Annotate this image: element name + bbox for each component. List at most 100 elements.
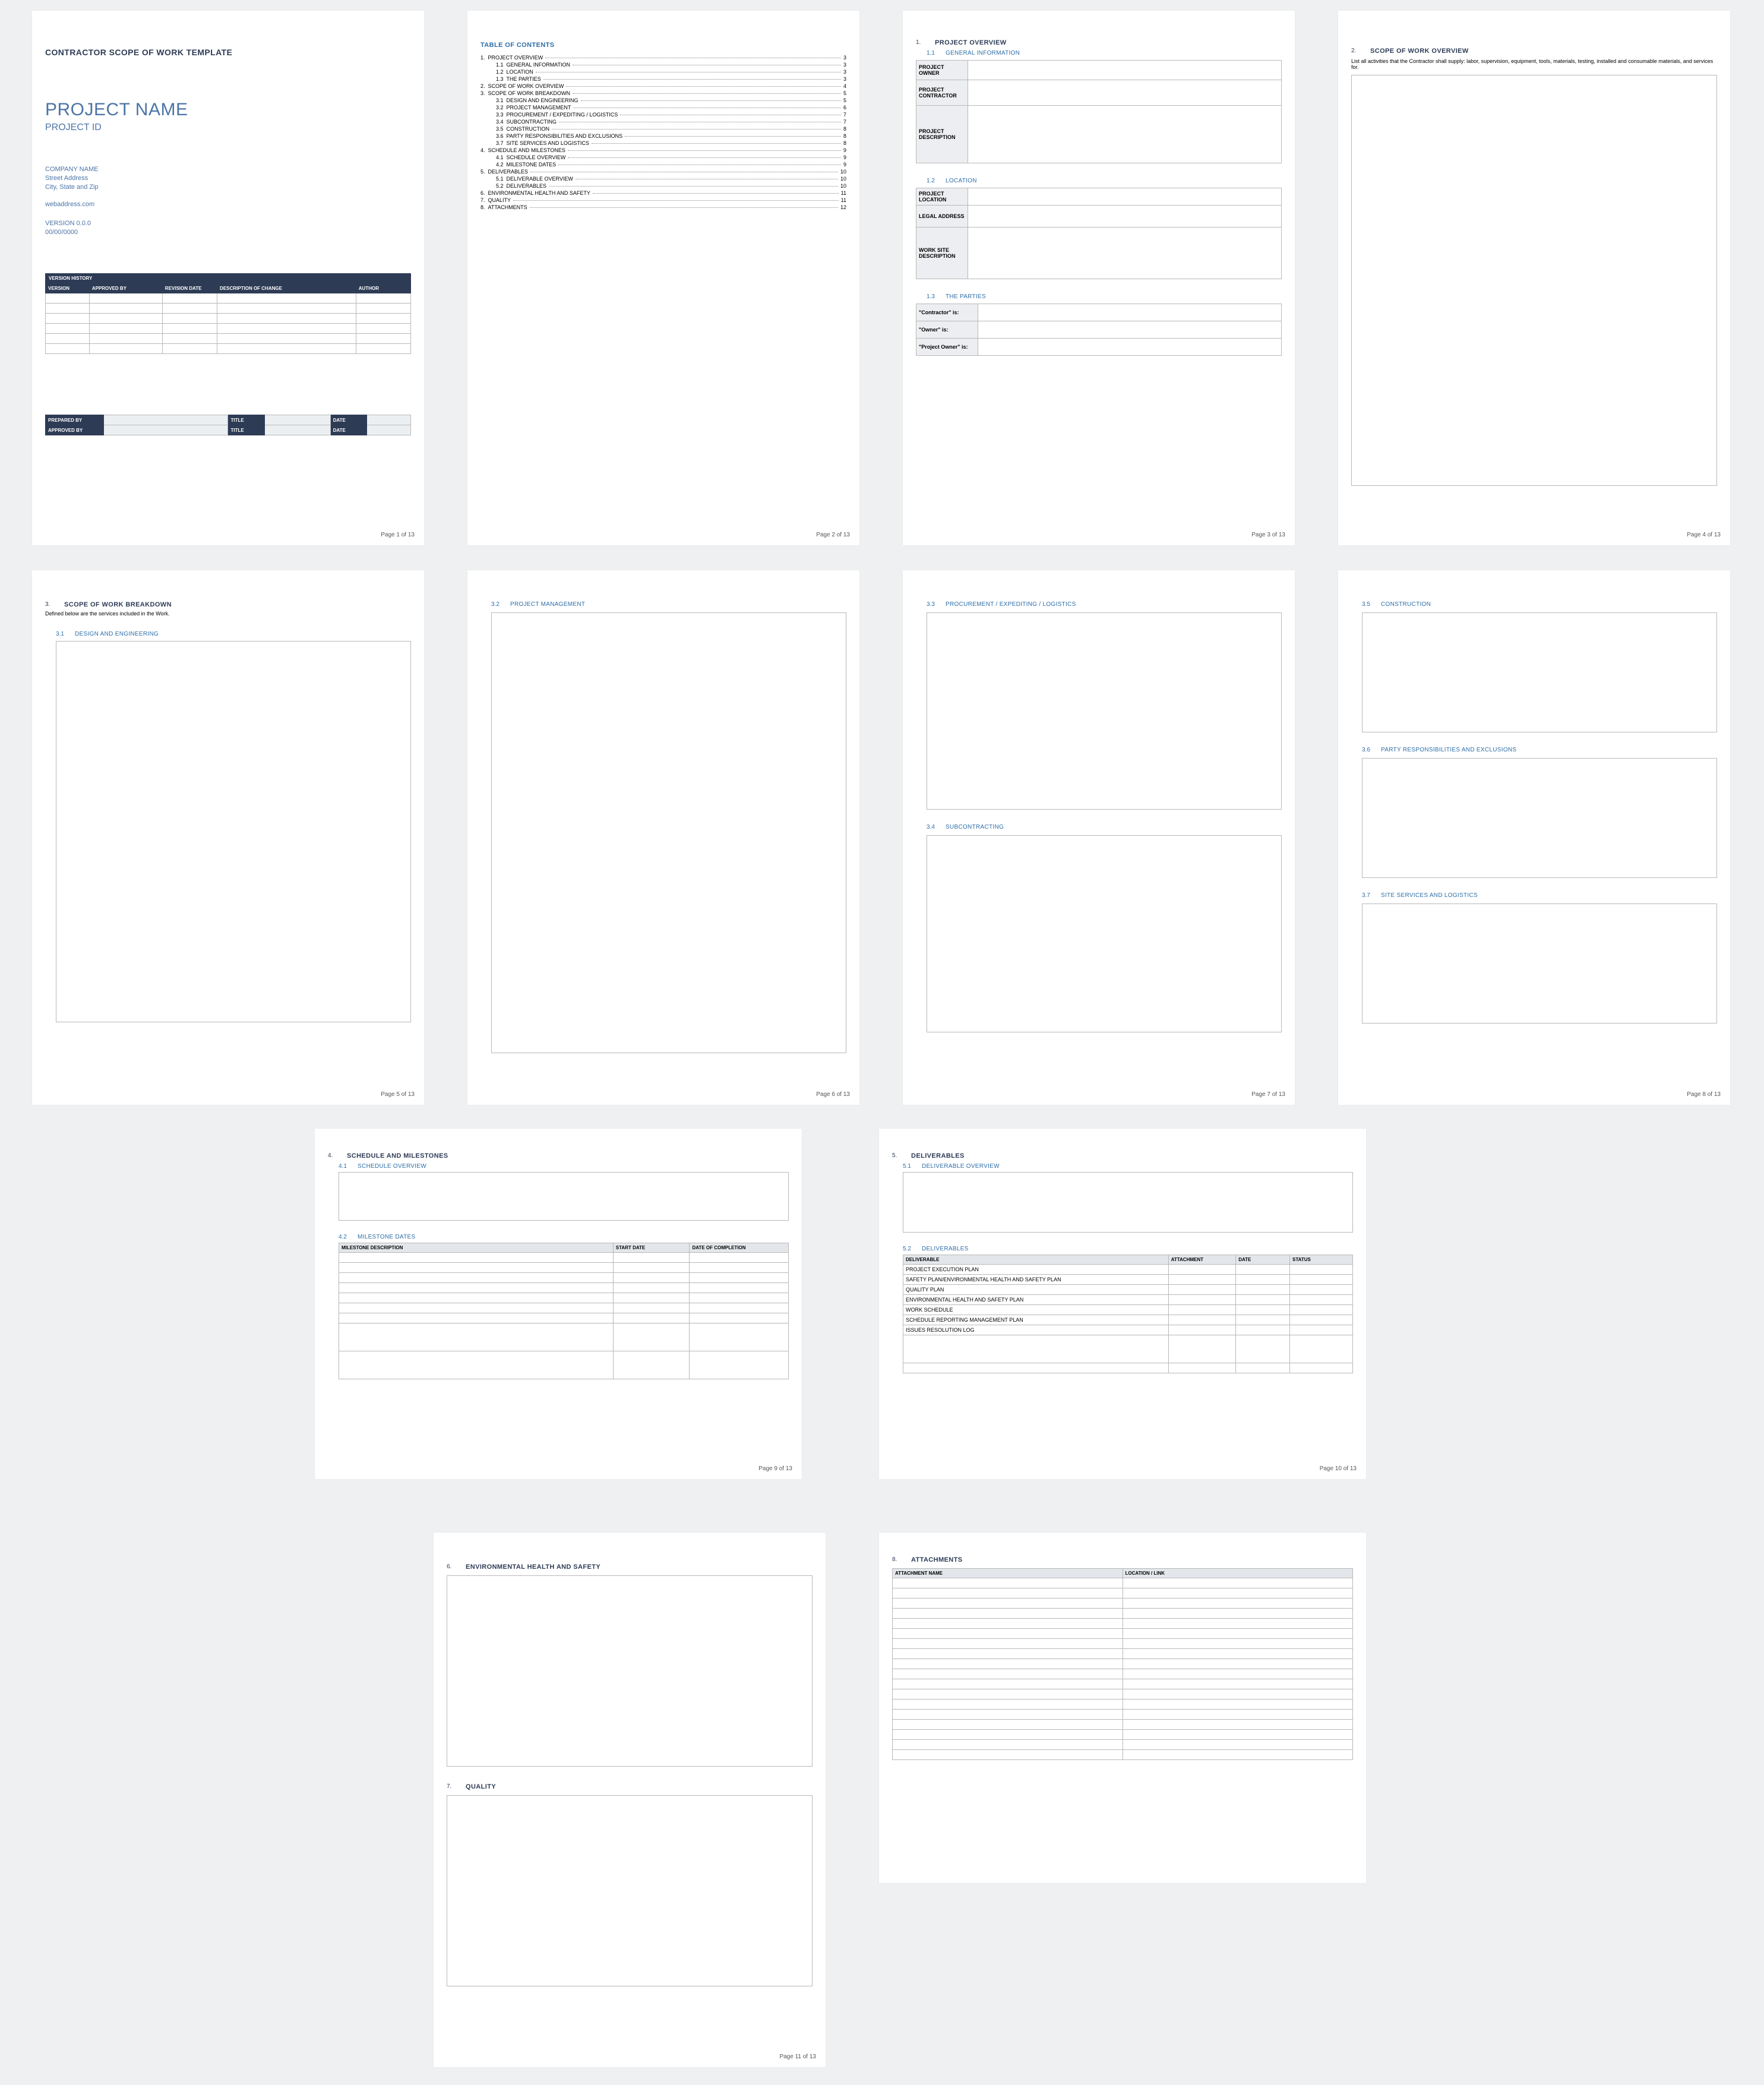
dl-row: ISSUES RESOLUTION LOG (903, 1325, 1169, 1335)
sec-num: 6. (447, 1563, 461, 1571)
sec-num: 1.1 (927, 50, 941, 56)
heading-location: LOCATION (946, 178, 977, 184)
heading-ehs: ENVIRONMENTAL HEALTH AND SAFETY (466, 1563, 600, 1571)
page-number: Page 6 of 13 (816, 1091, 850, 1098)
date: 00/00/0000 (45, 228, 411, 237)
page-10: 5. DELIVERABLES 5.1 DELIVERABLE OVERVIEW 5… (879, 1129, 1366, 1479)
att-col: LOCATION / LINK (1123, 1569, 1353, 1578)
project-name: PROJECT NAME (45, 100, 411, 120)
kv-label: "Project Owner" is: (916, 339, 978, 356)
sec-num: 1.3 (927, 293, 941, 300)
sec-num: 4.2 (339, 1234, 353, 1240)
kv-label: PROJECT LOCATION (916, 188, 968, 206)
vh-col: VERSION (46, 284, 90, 293)
dl-col: STATUS (1290, 1255, 1353, 1265)
design-eng-box (56, 641, 411, 1022)
attachments-table: ATTACHMENT NAME LOCATION / LINK (892, 1568, 1353, 1760)
heading-general-info: GENERAL INFORMATION (946, 50, 1020, 56)
page-number: Page 7 of 13 (1251, 1091, 1285, 1098)
dl-row: QUALITY PLAN (903, 1285, 1169, 1295)
sec-num: 3.3 (927, 601, 941, 608)
heading-attachments: ATTACHMENTS (911, 1556, 962, 1563)
kv-label: WORK SITE DESCRIPTION (916, 228, 968, 279)
heading-deliverables: DELIVERABLES (911, 1152, 965, 1160)
sig-label: APPROVED BY (46, 425, 104, 435)
company: COMPANY NAME (45, 165, 411, 174)
sec-num: 7. (447, 1783, 461, 1790)
deliverables-table: DELIVERABLE ATTACHMENT DATE STATUS PROJE… (903, 1255, 1353, 1373)
toc-entry: 3.4 SUBCONTRACTING7 (480, 119, 846, 125)
heading-design-eng: DESIGN AND ENGINEERING (75, 631, 159, 637)
page-5: 3.SCOPE OF WORK BREAKDOWN Defined below … (32, 570, 424, 1105)
dl-row: SAFETY PLAN/ENVIRONMENTAL HEALTH AND SAF… (903, 1275, 1169, 1285)
heading-schedule: SCHEDULE AND MILESTONES (347, 1152, 448, 1160)
page-8: 3.5CONSTRUCTION 3.6PARTY RESPONSIBILITIE… (1338, 570, 1730, 1105)
toc-title: TABLE OF CONTENTS (480, 42, 846, 49)
toc-entry: 1.3 THE PARTIES3 (480, 76, 846, 82)
breakdown-sub: Defined below are the services included … (45, 611, 411, 617)
sched-overview-box (339, 1172, 789, 1221)
kv-label: PROJECT DESCRIPTION (916, 106, 968, 163)
sec-num: 4. (328, 1152, 342, 1160)
sec-num: 5.1 (903, 1163, 917, 1170)
sig-label: TITLE (228, 425, 265, 435)
sec-num: 5.2 (903, 1246, 917, 1252)
dl-col: ATTACHMENT (1168, 1255, 1236, 1265)
toc-entry: 1. PROJECT OVERVIEW3 (480, 55, 846, 61)
toc-entry: 7. QUALITY11 (480, 197, 846, 203)
milestone-table: MILESTONE DESCRIPTION START DATE DATE OF… (339, 1243, 789, 1379)
sig-label: TITLE (228, 415, 265, 425)
parties-table: "Contractor" is: "Owner" is: "Project Ow… (916, 304, 1282, 356)
sec-num: 1.2 (927, 178, 941, 184)
sow-overview-box (1351, 75, 1717, 486)
toc-entry: 8. ATTACHMENTS12 (480, 204, 846, 210)
exclusions-box (1362, 758, 1717, 878)
heading-sow-breakdown: SCOPE OF WORK BREAKDOWN (64, 601, 172, 608)
heading-sched-overview: SCHEDULE OVERVIEW (358, 1163, 426, 1170)
sig-label: PREPARED BY (46, 415, 104, 425)
ms-col: START DATE (613, 1243, 690, 1253)
heading-subcontracting: SUBCONTRACTING (946, 824, 1004, 830)
sec-num: 2. (1351, 48, 1365, 55)
vh-col: AUTHOR (356, 284, 410, 293)
dl-col: DATE (1236, 1255, 1290, 1265)
heading-del-overview: DELIVERABLE OVERVIEW (922, 1163, 1000, 1170)
page-number: Page 8 of 13 (1687, 1091, 1721, 1098)
toc-entry: 3. SCOPE OF WORK BREAKDOWN5 (480, 90, 846, 96)
toc-entry: 4.2 MILESTONE DATES9 (480, 162, 846, 168)
page-number: Page 3 of 13 (1251, 532, 1285, 538)
toc-entry: 3.1 DESIGN AND ENGINEERING5 (480, 97, 846, 103)
sec-num: 3.2 (491, 601, 505, 608)
kv-label: PROJECT OWNER (916, 61, 968, 80)
site-services-box (1362, 904, 1717, 1023)
sec-num: 5. (892, 1152, 906, 1160)
subcontracting-box (927, 835, 1282, 1032)
vh-col: DESCRIPTION OF CHANGE (217, 284, 356, 293)
toc-entry: 3.6 PARTY RESPONSIBILITIES AND EXCLUSION… (480, 133, 846, 139)
sig-label: DATE (330, 425, 367, 435)
signature-table: PREPARED BY TITLE DATE APPROVED BY TITLE… (45, 415, 411, 435)
sec-num: 3.5 (1362, 601, 1376, 608)
vh-title: VERSION HISTORY (45, 273, 411, 283)
construction-box (1362, 612, 1717, 732)
heading-parties: THE PARTIES (946, 293, 986, 300)
page-11: 6.ENVIRONMENTAL HEALTH AND SAFETY 7.QUAL… (434, 1533, 826, 2067)
web: webaddress.com (45, 200, 411, 209)
page-number: Page 9 of 13 (758, 1465, 792, 1472)
sec-num: 4.1 (339, 1163, 353, 1170)
quality-box (447, 1795, 813, 1986)
ms-col: MILESTONE DESCRIPTION (339, 1243, 614, 1253)
page-4: 2.SCOPE OF WORK OVERVIEW List all activi… (1338, 11, 1730, 545)
toc-entry: 3.2 PROJECT MANAGEMENT6 (480, 105, 846, 110)
heading-milestones: MILESTONE DATES (358, 1234, 415, 1240)
street: Street Address (45, 174, 411, 183)
toc-entry: 1.2 LOCATION3 (480, 69, 846, 75)
general-info-table: PROJECT OWNER PROJECT CONTRACTOR PROJECT… (916, 60, 1282, 163)
version: VERSION 0.0.0 (45, 219, 411, 228)
kv-label: LEGAL ADDRESS (916, 206, 968, 228)
sec-num: 3.1 (56, 631, 70, 637)
page-12: 8.ATTACHMENTS ATTACHMENT NAME LOCATION /… (879, 1533, 1366, 1883)
page-number: Page 11 of 13 (779, 2054, 816, 2060)
kv-label: "Owner" is: (916, 321, 978, 339)
ehs-box (447, 1575, 813, 1767)
